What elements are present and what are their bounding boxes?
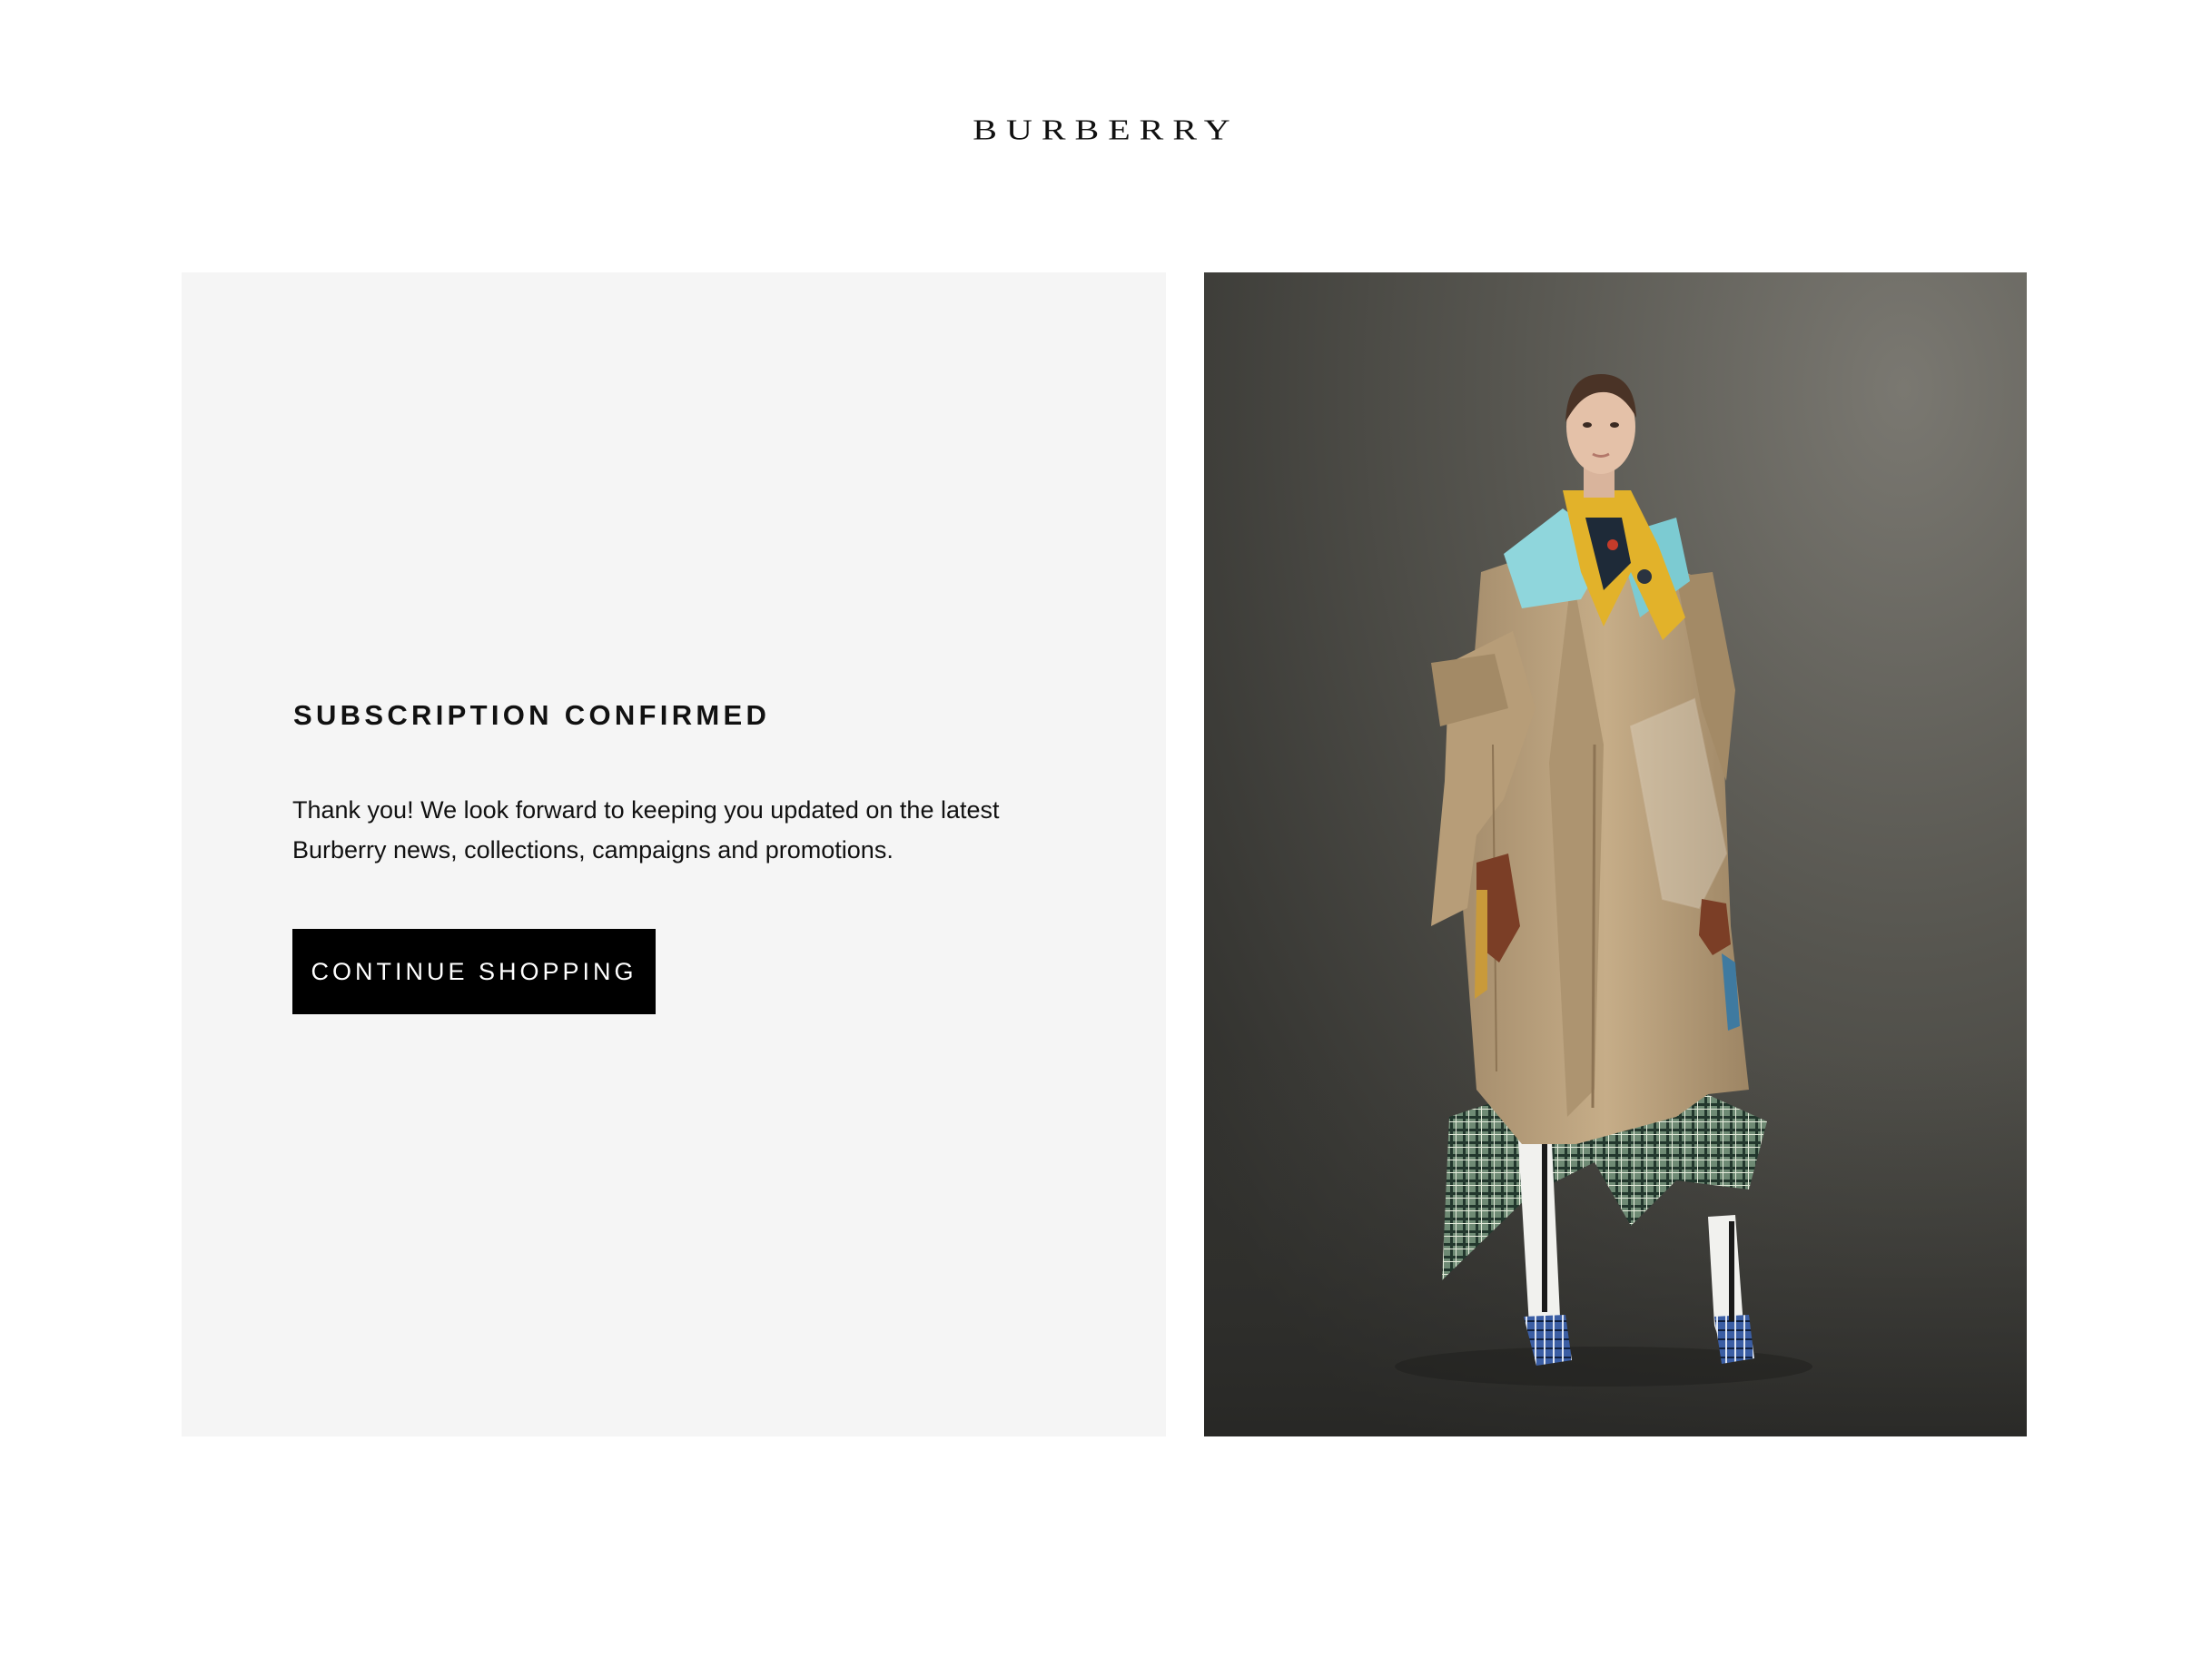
confirmation-heading: SUBSCRIPTION CONFIRMED	[293, 699, 771, 731]
continue-shopping-button[interactable]: CONTINUE SHOPPING	[292, 929, 656, 1014]
brand-logo[interactable]: BURBERRY	[0, 116, 2212, 144]
confirmation-message: Thank you! We look forward to keeping yo…	[292, 796, 1000, 864]
model-in-trench-coat-image	[1204, 272, 2027, 1436]
campaign-photo	[1204, 272, 2027, 1436]
confirmation-panel: SUBSCRIPTION CONFIRMED Thank you! We loo…	[182, 272, 1166, 1436]
